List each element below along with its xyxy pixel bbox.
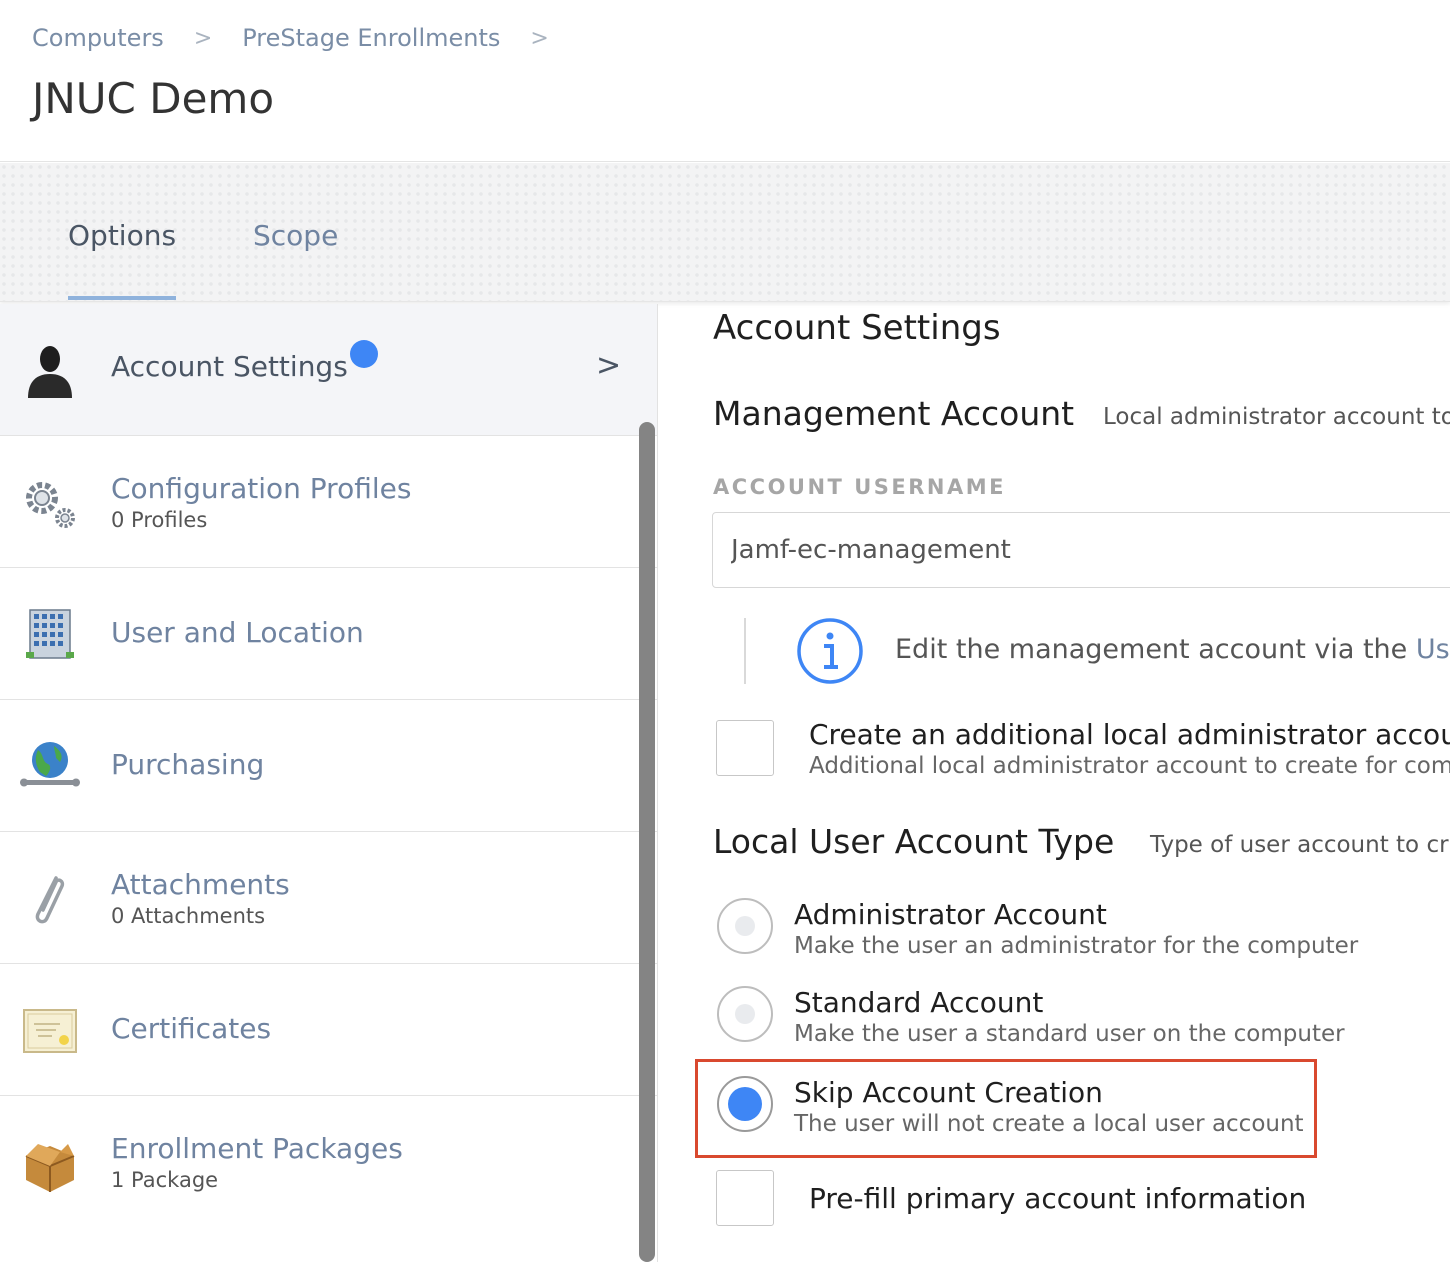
prefill-account-checkbox[interactable] <box>716 1170 774 1226</box>
options-sidebar: Account Settings > Configuration Profile… <box>0 304 658 1262</box>
chevron-right-icon: > <box>596 348 622 383</box>
radio-dot <box>735 1004 755 1024</box>
building-icon <box>26 609 74 659</box>
active-tab-indicator <box>68 296 176 300</box>
page-header: Computers > PreStage Enrollments > JNUC … <box>0 0 1450 162</box>
sidebar-item-label: Attachments <box>111 868 290 901</box>
sidebar-item-enrollment-packages[interactable]: Enrollment Packages 1 Package <box>0 1096 657 1262</box>
sidebar-item-count: 1 Package <box>111 1168 219 1192</box>
administrator-account-title: Administrator Account <box>794 898 1107 931</box>
radio-dot <box>735 916 755 936</box>
user-initiated-enrollment-link[interactable]: Use <box>1416 634 1450 665</box>
gears-icon <box>26 482 75 528</box>
sidebar-item-attachments[interactable]: Attachments 0 Attachments <box>0 832 657 964</box>
sidebar-scrollbar[interactable] <box>639 422 655 1262</box>
sidebar-item-purchasing[interactable]: Purchasing <box>0 700 657 832</box>
sidebar-item-label: Configuration Profiles <box>111 472 412 505</box>
sidebar-item-certificates[interactable]: Certificates <box>0 964 657 1096</box>
sidebar-item-label: Account Settings <box>111 350 348 383</box>
sidebar-item-label: Enrollment Packages <box>111 1132 403 1165</box>
standard-account-description: Make the user a standard user on the com… <box>794 1021 1345 1047</box>
account-settings-panel: Account Settings Management Account Loca… <box>660 304 1450 1262</box>
sidebar-item-label: User and Location <box>111 616 364 649</box>
info-icon <box>797 618 863 684</box>
sidebar-item-account-settings[interactable]: Account Settings > <box>0 304 657 436</box>
standard-account-title: Standard Account <box>794 986 1044 1019</box>
additional-admin-checkbox[interactable] <box>716 720 774 776</box>
breadcrumb-separator: > <box>530 25 549 51</box>
skip-account-creation-description: The user will not create a local user ac… <box>794 1111 1304 1137</box>
sidebar-item-user-and-location[interactable]: User and Location <box>0 568 657 700</box>
local-user-account-type-heading: Local User Account Type <box>713 822 1115 861</box>
standard-account-radio[interactable] <box>717 986 773 1042</box>
management-info-text: Edit the management account via the Use <box>895 634 1450 665</box>
sidebar-item-label: Certificates <box>111 1012 272 1045</box>
notification-badge <box>350 340 378 368</box>
prefill-account-title: Pre-fill primary account information <box>809 1182 1307 1215</box>
breadcrumb-computers[interactable]: Computers <box>32 24 164 52</box>
user-silhouette-icon <box>28 346 72 398</box>
additional-admin-description: Additional local administrator account t… <box>809 753 1450 779</box>
account-username-input[interactable] <box>712 512 1450 588</box>
sidebar-item-label: Purchasing <box>111 748 265 781</box>
skip-account-creation-title: Skip Account Creation <box>794 1076 1103 1109</box>
info-message: Edit the management account via the <box>895 634 1416 665</box>
account-username-label: ACCOUNT USERNAME <box>713 475 1006 499</box>
package-box-icon <box>25 1144 75 1192</box>
management-account-description: Local administrator account to <box>1103 404 1450 430</box>
sidebar-item-count: 0 Attachments <box>111 904 266 928</box>
skip-account-creation-radio[interactable] <box>717 1076 773 1132</box>
breadcrumb-separator: > <box>193 25 213 51</box>
tab-bar: Options Scope <box>0 163 1450 302</box>
breadcrumb: Computers > PreStage Enrollments > <box>32 24 579 52</box>
sidebar-item-count: 0 Profiles <box>111 508 208 532</box>
section-title: Account Settings <box>713 308 1001 348</box>
additional-admin-title: Create an additional local administrator… <box>809 718 1450 751</box>
tab-scope[interactable]: Scope <box>253 219 338 252</box>
administrator-account-description: Make the user an administrator for the c… <box>794 933 1359 959</box>
administrator-account-radio[interactable] <box>717 898 773 954</box>
paperclip-icon <box>35 876 65 924</box>
page-title: JNUC Demo <box>32 74 275 123</box>
tab-options[interactable]: Options <box>68 219 176 252</box>
radio-dot <box>728 1087 762 1121</box>
sidebar-item-configuration-profiles[interactable]: Configuration Profiles 0 Profiles <box>0 436 657 568</box>
info-divider <box>744 618 746 684</box>
breadcrumb-prestage-enrollments[interactable]: PreStage Enrollments <box>242 24 500 52</box>
globe-wrench-icon <box>20 742 80 787</box>
certificate-icon <box>23 1009 77 1053</box>
management-account-heading: Management Account <box>713 394 1075 433</box>
local-user-account-type-description: Type of user account to cr <box>1150 832 1449 858</box>
